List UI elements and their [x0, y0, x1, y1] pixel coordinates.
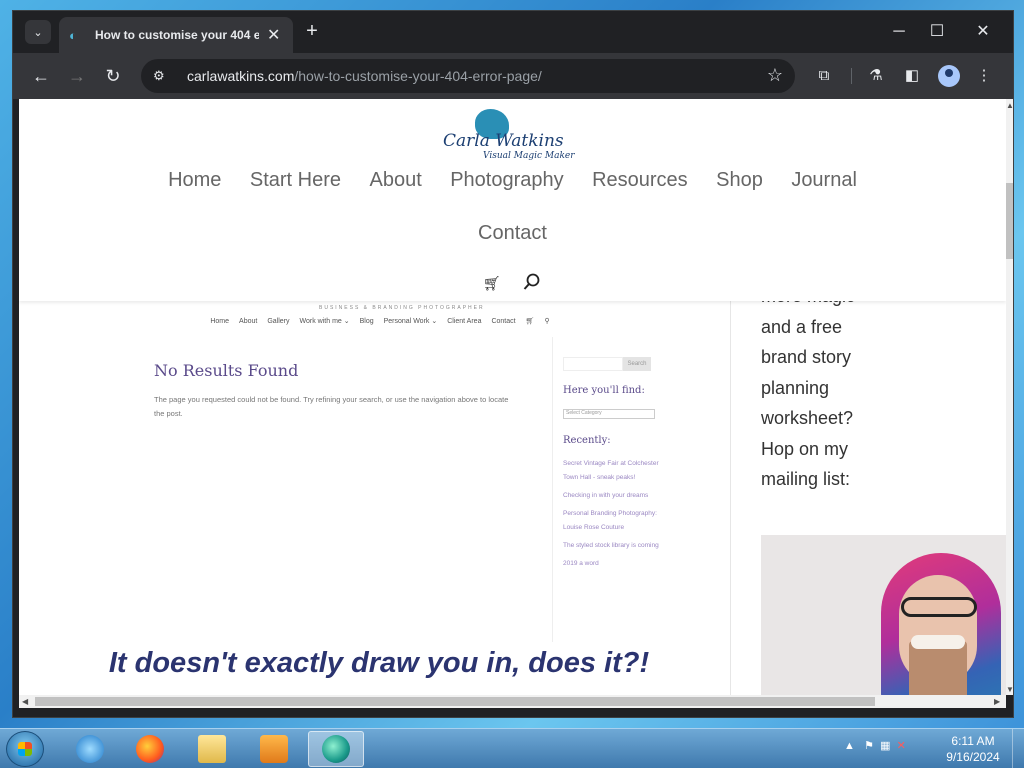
site-header: Carla Watkins Visual Magic Maker Home St… [19, 99, 1006, 301]
flag-icon[interactable]: ⚑ [864, 740, 874, 752]
tab-strip: ⌄ ◐ How to customise your 404 er ✕ + ─ ☐… [13, 11, 1013, 53]
site-info-icon[interactable]: ⚙ [153, 68, 173, 84]
nav-shop[interactable]: Shop [716, 169, 763, 192]
network-icon[interactable]: ▦ [880, 740, 890, 752]
tab-title: How to customise your 404 er [95, 28, 259, 42]
search-icon[interactable] [523, 273, 541, 291]
screenshot-body: The page you requested could not be foun… [154, 395, 509, 418]
horizontal-scrollbar[interactable]: ◀ ▶ [19, 695, 1006, 708]
scroll-down-icon[interactable]: ▼ [1006, 685, 1013, 694]
nav-journal[interactable]: Journal [791, 169, 857, 192]
volume-muted-icon[interactable]: ✕ [897, 740, 906, 752]
browser-taskbar-icon[interactable] [308, 731, 364, 767]
cart-icon[interactable]: 🛒︎ [483, 275, 501, 292]
vertical-scroll-thumb[interactable] [1006, 183, 1013, 259]
url-text[interactable]: carlawatkins.com/how-to-customise-your-4… [187, 68, 542, 84]
site-favicon-icon: ◐ [69, 27, 77, 43]
maximize-button[interactable]: ☐ [917, 19, 957, 45]
menu-kebab-icon[interactable]: ⋮ [973, 65, 995, 87]
tab-search-button[interactable]: ⌄ [25, 20, 51, 44]
sidebar-signup-text: more magic and a free brand story planni… [761, 286, 855, 489]
labs-flask-icon[interactable]: ⚗ [865, 65, 887, 87]
browser-toolbar: ← → ↻ ⚙ carlawatkins.com/how-to-customis… [13, 53, 1013, 99]
system-clock[interactable]: 6:11 AM 9/16/2024 [936, 733, 1010, 765]
extensions-icon[interactable]: ⧉ [813, 65, 835, 87]
system-tray: ▲ ⚑ ▦ ✕ [844, 739, 906, 752]
show-desktop-button[interactable] [1012, 729, 1024, 768]
scroll-left-icon[interactable]: ◀ [22, 697, 28, 706]
start-button[interactable] [6, 731, 44, 767]
vertical-scrollbar[interactable]: ▲ ▼ [1006, 99, 1013, 695]
reload-button[interactable]: ↻ [101, 64, 125, 88]
windows-taskbar: ▲ ⚑ ▦ ✕ 6:11 AM 9/16/2024 [0, 728, 1024, 768]
article-heading: It doesn't exactly draw you in, does it?… [108, 647, 650, 679]
file-explorer-icon[interactable] [184, 731, 240, 767]
minimize-button[interactable]: ─ [879, 19, 919, 45]
tab-close-icon[interactable]: ✕ [267, 25, 280, 45]
forward-button[interactable]: → [65, 64, 89, 88]
article-screenshot-image: BUSINESS & BRANDING PHOTOGRAPHER Home Abo… [29, 297, 731, 642]
scroll-up-icon[interactable]: ▲ [1006, 101, 1013, 110]
site-logo[interactable]: Carla Watkins Visual Magic Maker [439, 101, 579, 167]
page-viewport: Carla Watkins Visual Magic Maker Home St… [19, 99, 1006, 695]
windows-logo-icon [18, 742, 32, 756]
screenshot-heading: No Results Found [154, 361, 299, 380]
toolbar-separator [851, 68, 852, 84]
new-tab-button[interactable]: + [301, 21, 323, 43]
media-player-icon[interactable] [246, 731, 302, 767]
nav-photography[interactable]: Photography [450, 169, 563, 192]
nav-start-here[interactable]: Start Here [250, 169, 341, 192]
tray-chevron-icon[interactable]: ▲ [844, 740, 855, 752]
internet-explorer-icon[interactable] [62, 731, 118, 767]
nav-contact[interactable]: Contact [478, 222, 547, 244]
side-panel-icon[interactable]: ◧ [901, 65, 923, 87]
nav-resources[interactable]: Resources [592, 169, 688, 192]
active-tab[interactable]: ◐ How to customise your 404 er ✕ [59, 17, 293, 53]
address-bar[interactable]: ⚙ carlawatkins.com/how-to-customise-your… [141, 59, 795, 93]
bookmark-star-icon[interactable]: ☆ [767, 65, 783, 86]
scroll-right-icon[interactable]: ▶ [994, 697, 1000, 706]
nav-about[interactable]: About [369, 169, 421, 192]
profile-avatar-icon[interactable] [938, 65, 960, 87]
horizontal-scroll-thumb[interactable] [35, 697, 875, 706]
firefox-icon[interactable] [122, 731, 178, 767]
back-button[interactable]: ← [29, 64, 53, 88]
screenshot-nav: Home About Gallery Work with me ⌄ Blog Person… [210, 318, 550, 325]
close-window-button[interactable]: ✕ [963, 19, 1003, 45]
screenshot-sidebar: Search Here you'll find: Select Category… [552, 337, 672, 642]
sidebar-divider [730, 301, 731, 695]
author-photo [761, 535, 1006, 695]
main-navigation: Home Start Here About Photography Resour… [19, 169, 1006, 192]
nav-home[interactable]: Home [168, 169, 221, 192]
browser-window: ⌄ ◐ How to customise your 404 er ✕ + ─ ☐… [12, 10, 1014, 718]
